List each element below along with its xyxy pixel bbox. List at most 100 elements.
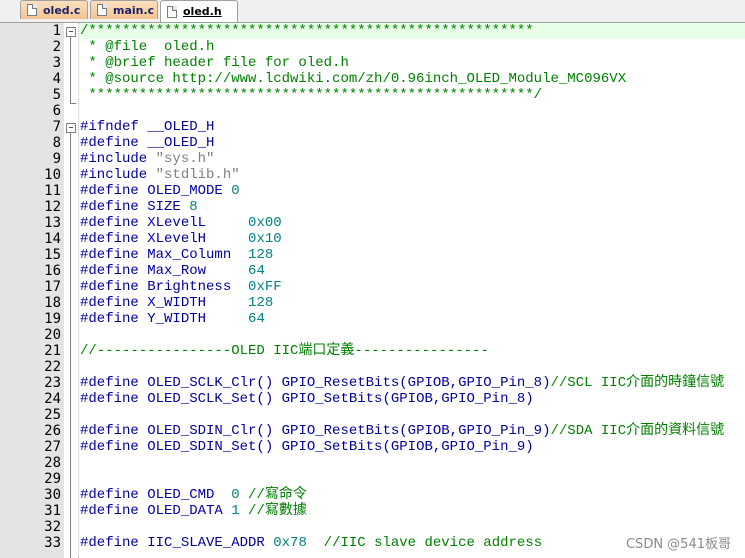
code-text: #define Max_Row 64	[80, 263, 265, 279]
code-text: #ifndef __OLED_H	[80, 119, 214, 135]
tab-bar: oled.c main.c oled.h	[0, 0, 745, 23]
code-text: * @brief header file for oled.h	[80, 55, 348, 71]
code-line[interactable]: 29	[0, 471, 745, 487]
code-line[interactable]: 20	[0, 327, 745, 343]
code-line[interactable]: 26 #define OLED_SDIN_Clr() GPIO_ResetBits…	[0, 423, 745, 439]
code-line[interactable]: 9 #include "sys.h"	[0, 151, 745, 167]
code-token: 0	[231, 183, 240, 199]
code-text: #define XLevelL 0x00	[80, 215, 282, 231]
tab-oled-h[interactable]: oled.h	[160, 0, 238, 22]
code-token: //SCL IIC介面的時鐘信號	[550, 375, 725, 391]
code-token: #define	[80, 279, 148, 295]
code-token: 0x78	[273, 535, 307, 551]
code-line[interactable]: 22	[0, 359, 745, 375]
code-token: "stdlib.h"	[155, 167, 240, 183]
code-token: OLED_DATA	[147, 503, 232, 519]
code-token: #ifndef	[80, 119, 148, 135]
code-token: OLED_SCLK_Set() GPIO_SetBits(GPIOB,GPIO_…	[147, 391, 534, 407]
code-line[interactable]: 18 #define X_WIDTH 128	[0, 295, 745, 311]
code-line[interactable]: 21 //----------------OLED IIC端口定義--------…	[0, 343, 745, 359]
code-token: * @file oled.h	[80, 39, 215, 55]
code-line[interactable]: 4 * @source http://www.lcdwiki.com/zh/0.…	[0, 71, 745, 87]
tab-oled-c[interactable]: oled.c	[20, 0, 88, 19]
code-token: #define	[80, 183, 148, 199]
code-token: ****************************************…	[80, 87, 543, 103]
code-token: SIZE	[147, 199, 190, 215]
code-token: Max_Column	[147, 247, 249, 263]
line-number: 6	[52, 103, 61, 119]
line-number: 10	[44, 167, 61, 183]
code-token: IIC_SLAVE_ADDR	[147, 535, 274, 551]
code-token: Max_Row	[147, 263, 249, 279]
code-text: #define OLED_SCLK_Set() GPIO_SetBits(GPI…	[80, 391, 534, 407]
code-text: #define Max_Column 128	[80, 247, 273, 263]
code-text: //----------------OLED IIC端口定義----------…	[80, 343, 489, 359]
code-token: #define	[80, 503, 148, 519]
code-text: * @source http://www.lcdwiki.com/zh/0.96…	[80, 71, 626, 87]
code-line[interactable]: 2 * @file oled.h	[0, 39, 745, 55]
code-text: #define XLevelH 0x10	[80, 231, 282, 247]
code-editor[interactable]: − − 1/**********************************…	[0, 23, 745, 558]
line-number: 21	[44, 343, 61, 359]
line-number: 16	[44, 263, 61, 279]
line-number: 13	[44, 215, 61, 231]
code-line[interactable]: 30 #define OLED_CMD 0 //寫命令	[0, 487, 745, 503]
code-line[interactable]: 25	[0, 407, 745, 423]
code-line[interactable]: 19 #define Y_WIDTH 64	[0, 311, 745, 327]
line-number: 14	[44, 231, 61, 247]
code-token: OLED_SDIN_Set() GPIO_SetBits(GPIOB,GPIO_…	[147, 439, 534, 455]
tab-main-c[interactable]: main.c	[90, 0, 158, 19]
code-token: #define	[80, 135, 148, 151]
line-number: 18	[44, 295, 61, 311]
code-text: #define IIC_SLAVE_ADDR 0x78 //IIC slave …	[80, 535, 542, 551]
code-line[interactable]: 17 #define Brightness 0xFF	[0, 279, 745, 295]
code-token: Brightness	[147, 279, 249, 295]
code-line[interactable]: 15 #define Max_Column 128	[0, 247, 745, 263]
code-line[interactable]: 24 #define OLED_SCLK_Set() GPIO_SetBits(G…	[0, 391, 745, 407]
code-line[interactable]: 5 **************************************…	[0, 87, 745, 103]
code-line[interactable]: 31 #define OLED_DATA 1 //寫數據	[0, 503, 745, 519]
code-token: 0	[231, 487, 240, 503]
code-token: #define	[80, 199, 148, 215]
code-line[interactable]: 16 #define Max_Row 64	[0, 263, 745, 279]
code-line[interactable]: 1 /**************************************…	[0, 23, 745, 39]
code-token: #define	[80, 311, 148, 327]
code-text: #define __OLED_H	[80, 135, 214, 151]
code-token: #define	[80, 423, 148, 439]
code-line[interactable]: 28	[0, 455, 745, 471]
line-number: 22	[44, 359, 61, 375]
code-line[interactable]: 10 #include "stdlib.h"	[0, 167, 745, 183]
line-number: 26	[44, 423, 61, 439]
code-token: 0xFF	[248, 279, 282, 295]
code-line[interactable]: 12 #define SIZE 8	[0, 199, 745, 215]
code-text: #define OLED_MODE 0	[80, 183, 240, 199]
line-number: 7	[52, 119, 61, 135]
code-line[interactable]: 8 #define __OLED_H	[0, 135, 745, 151]
code-line[interactable]: 23 #define OLED_SCLK_Clr() GPIO_ResetBits…	[0, 375, 745, 391]
line-number: 15	[44, 247, 61, 263]
code-line[interactable]: 11 #define OLED_MODE 0	[0, 183, 745, 199]
code-line[interactable]: 7 #ifndef __OLED_H	[0, 119, 745, 135]
code-token: OLED_CMD	[147, 487, 232, 503]
code-token: #define	[80, 535, 148, 551]
code-token: #define	[80, 295, 148, 311]
code-token: OLED_MODE	[147, 183, 232, 199]
code-token: //----------------OLED IIC端口定義----------…	[80, 343, 489, 359]
tab-label: oled.h	[183, 5, 222, 18]
line-number: 8	[52, 135, 61, 151]
code-token: XLevelL	[147, 215, 249, 231]
watermark: CSDN @541板哥	[625, 537, 731, 552]
code-token: #define	[80, 215, 148, 231]
line-number: 5	[52, 87, 61, 103]
code-line[interactable]: 27 #define OLED_SDIN_Set() GPIO_SetBits(G…	[0, 439, 745, 455]
tab-label: oled.c	[43, 3, 81, 17]
code-token: 64	[248, 311, 265, 327]
code-line[interactable]: 14 #define XLevelH 0x10	[0, 231, 745, 247]
code-line[interactable]: 13 #define XLevelL 0x00	[0, 215, 745, 231]
code-token: "sys.h"	[155, 151, 215, 167]
code-line[interactable]: 6	[0, 103, 745, 119]
code-line[interactable]: 3 * @brief header file for oled.h	[0, 55, 745, 71]
code-token: #define	[80, 439, 148, 455]
code-token: 128	[248, 247, 274, 263]
code-token: #include	[80, 167, 156, 183]
